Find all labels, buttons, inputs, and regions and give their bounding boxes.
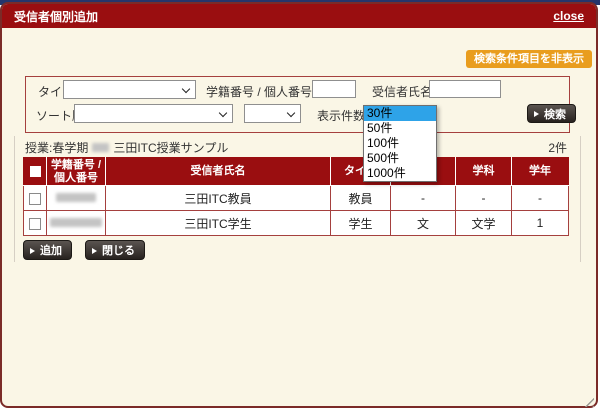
dropdown-option-30[interactable]: 30件	[364, 106, 436, 121]
cell-id	[47, 211, 106, 236]
course-info: 授業:春学期 三田ITC授業サンプル	[25, 139, 228, 156]
select-all-header	[24, 158, 47, 186]
col-header-name: 受信者氏名	[106, 158, 331, 186]
type-select[interactable]	[63, 80, 196, 99]
sort-direction-select[interactable]	[244, 104, 301, 123]
table-row: 三田ITC学生 学生 文 文学 1	[24, 211, 569, 236]
play-arrow-icon	[534, 111, 539, 117]
col-header-department: 学科	[456, 158, 512, 186]
cell-department: -	[456, 186, 512, 211]
recipient-name-input[interactable]	[429, 80, 501, 98]
sort-order-select[interactable]	[74, 104, 233, 123]
page: 受信者個別追加 close 検索条件項目を非表示 タイプ: 学籍番号 / 個人番…	[0, 0, 600, 414]
dropdown-option-100[interactable]: 100件	[364, 136, 436, 151]
dropdown-option-50[interactable]: 50件	[364, 121, 436, 136]
student-id-input[interactable]	[312, 80, 356, 98]
cell-faculty: 文	[391, 211, 456, 236]
row-checkbox[interactable]	[29, 218, 41, 230]
redacted-id	[50, 218, 102, 227]
dropdown-option-1000[interactable]: 1000件	[364, 166, 436, 181]
col-header-id: 学籍番号 / 個人番号	[47, 158, 106, 186]
cell-type: 教員	[331, 186, 391, 211]
table-row: 三田ITC教員 教員 - - -	[24, 186, 569, 211]
play-arrow-icon	[30, 248, 35, 254]
student-id-label: 学籍番号 / 個人番号:	[206, 83, 315, 100]
search-button[interactable]: 検索	[527, 104, 576, 123]
cell-faculty: -	[391, 186, 456, 211]
close-button[interactable]: 閉じる	[85, 240, 145, 260]
cell-name: 三田ITC学生	[106, 211, 331, 236]
redacted-text	[92, 143, 109, 152]
close-link[interactable]: close	[553, 9, 584, 23]
row-checkbox[interactable]	[29, 193, 41, 205]
cell-grade: -	[512, 186, 569, 211]
recipients-table: 学籍番号 / 個人番号 受信者氏名 タイプ 学部 学科 学年 三田ITC教員 教…	[23, 157, 569, 236]
dialog-titlebar: 受信者個別追加 close	[2, 4, 596, 28]
add-button[interactable]: 追加	[23, 240, 72, 260]
col-header-grade: 学年	[512, 158, 569, 186]
display-count-label: 表示件数:	[317, 107, 368, 124]
recipient-name-label: 受信者氏名:	[372, 83, 435, 100]
play-arrow-icon	[92, 248, 97, 254]
chevron-down-icon	[182, 85, 190, 93]
course-label: 授業:春学期	[25, 139, 88, 156]
dialog-title: 受信者個別追加	[14, 8, 98, 25]
chevron-down-icon	[287, 109, 295, 117]
cell-name: 三田ITC教員	[106, 186, 331, 211]
cell-id	[47, 186, 106, 211]
hide-search-conditions-button[interactable]: 検索条件項目を非表示	[466, 50, 592, 68]
dropdown-option-500[interactable]: 500件	[364, 151, 436, 166]
cell-grade: 1	[512, 211, 569, 236]
chevron-down-icon	[219, 109, 227, 117]
display-count-open-dropdown: 30件 50件 100件 500件 1000件	[363, 105, 437, 182]
select-all-checkbox[interactable]	[30, 166, 41, 177]
redacted-id	[56, 193, 96, 202]
cell-department: 文学	[456, 211, 512, 236]
course-name: 三田ITC授業サンプル	[113, 139, 228, 156]
table-header-row: 学籍番号 / 個人番号 受信者氏名 タイプ 学部 学科 学年	[24, 158, 569, 186]
cell-type: 学生	[331, 211, 391, 236]
result-count: 2件	[548, 139, 567, 156]
